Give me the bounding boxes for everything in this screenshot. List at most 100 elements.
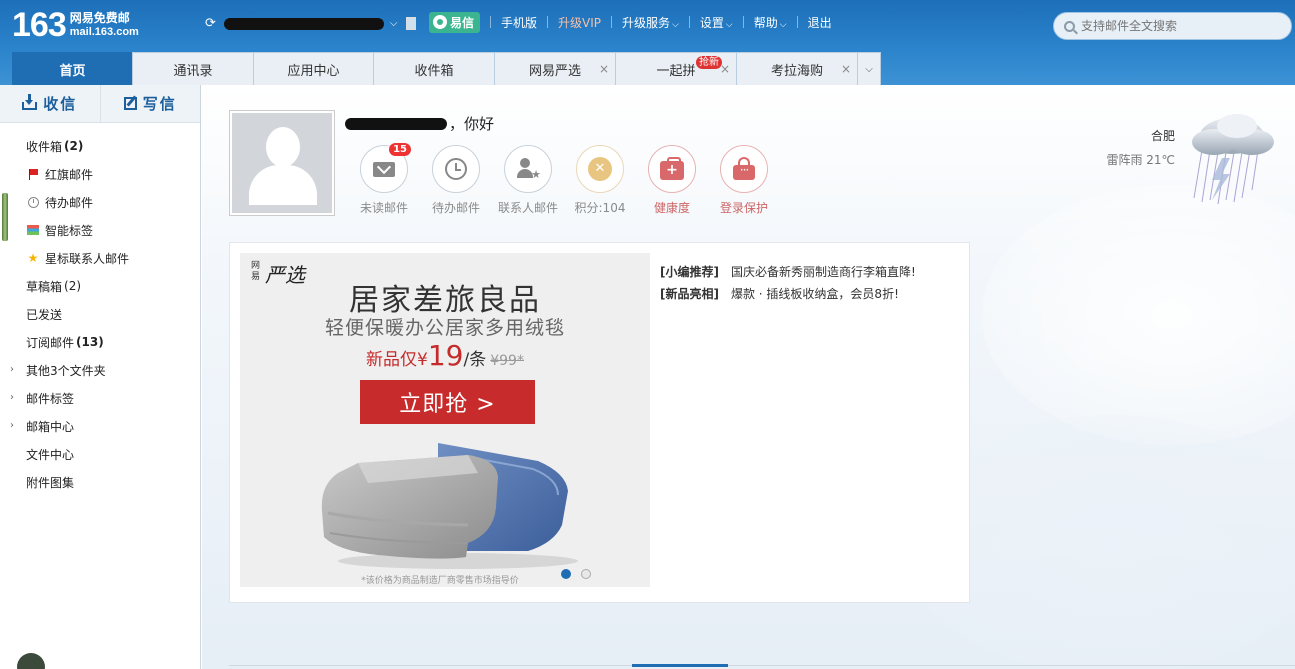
chevron-right-icon[interactable]: ›	[10, 364, 14, 375]
logo[interactable]: 163 网易免费邮 mail.163.com	[12, 8, 139, 42]
chevron-down-icon[interactable]: ⌵	[390, 18, 398, 29]
tab-contacts[interactable]: 通讯录	[132, 52, 254, 85]
compose-icon	[123, 97, 137, 110]
points-link[interactable]: 积分:104	[564, 145, 636, 216]
contact-star-icon: ★	[517, 158, 541, 181]
avatar[interactable]	[229, 110, 335, 216]
todo-mail-link[interactable]: 待办邮件	[420, 145, 492, 216]
promo-banner[interactable]: 网易 严选 居家差旅良品 轻便保暖办公居家多用绒毯 新品仅¥19/条 ¥99* 立…	[240, 253, 650, 587]
redacted-account	[223, 17, 384, 30]
carousel-dot-1[interactable]	[561, 569, 571, 579]
logo-domain: mail.163.com	[69, 26, 139, 38]
upgrade-vip-link[interactable]: 升级VIP	[558, 14, 601, 31]
search-input[interactable]	[1081, 19, 1271, 33]
rec-item[interactable]: [新品亮相] 爆款 · 插线板收纳盒，会员8折!	[660, 283, 916, 305]
quick-links: 15 未读邮件 待办邮件 ★ 联系人邮件 积分:104 健康度 登录保护	[348, 143, 780, 216]
logo-name: 网易免费邮	[69, 11, 130, 25]
section-tab-indicator	[632, 664, 728, 667]
compose-button[interactable]: 写信	[101, 85, 201, 122]
envelope-icon	[373, 161, 395, 177]
blanket-product-image	[321, 443, 578, 569]
carousel-dot-2[interactable]	[581, 569, 591, 579]
unread-count-badge: 15	[389, 143, 411, 156]
folder-attachments[interactable]: 附件图集	[0, 468, 200, 496]
weather-city: 合肥	[1150, 129, 1175, 143]
close-icon[interactable]: ×	[599, 62, 609, 76]
tab-kaola[interactable]: 考拉海购 ×	[736, 52, 858, 85]
mobile-link[interactable]: 手机版	[501, 14, 537, 31]
folder-flagged[interactable]: 红旗邮件	[0, 160, 200, 188]
folder-list: 收件箱 (2) 红旗邮件 待办邮件 智能标签 ★ 星标联系人邮件 草稿箱 (2) 已发…	[0, 132, 200, 496]
folder-inbox[interactable]: 收件箱 (2)	[0, 132, 200, 160]
card-icon[interactable]	[405, 17, 416, 30]
tab-yanxuan[interactable]: 网易严选 ×	[494, 52, 616, 85]
new-badge: 抢新	[696, 56, 722, 69]
rec-item[interactable]: [小编推荐] 国庆必备新秀丽制造商行李箱直降!	[660, 261, 916, 283]
folder-subscriptions[interactable]: 订阅邮件 (13)	[0, 328, 200, 356]
help-menu[interactable]: 帮助 ⌵	[754, 14, 787, 31]
close-icon[interactable]: ×	[841, 62, 851, 76]
medkit-icon	[660, 157, 684, 180]
tab-yiqipin[interactable]: 一起拼 抢新 ×	[615, 52, 737, 85]
tab-home[interactable]: 首页	[12, 52, 133, 85]
search-box[interactable]	[1053, 12, 1292, 40]
tab-inbox[interactable]: 收件箱	[373, 52, 495, 85]
folder-drafts[interactable]: 草稿箱 (2)	[0, 272, 200, 300]
divider	[229, 665, 1295, 666]
close-icon[interactable]: ×	[720, 62, 730, 76]
unread-mail-link[interactable]: 15 未读邮件	[348, 143, 420, 216]
yixin-icon	[433, 15, 447, 29]
folder-others[interactable]: › 其他3个文件夹	[0, 356, 200, 384]
weather-desc: 雷阵雨 21℃	[1106, 153, 1175, 167]
more-tabs-button[interactable]: ⌵	[857, 52, 881, 85]
chevron-right-icon[interactable]: ›	[10, 420, 14, 431]
red-flag-icon	[28, 169, 38, 180]
inbox-download-icon	[22, 93, 38, 110]
banner-subtitle: 轻便保暖办公居家多用绒毯	[324, 317, 565, 339]
refresh-icon[interactable]: ⟳	[205, 16, 216, 31]
coin-icon	[588, 157, 612, 181]
chevron-down-icon: ⌵	[725, 19, 733, 30]
folder-mail-tags[interactable]: › 邮件标签	[0, 384, 200, 412]
contact-mail-link[interactable]: ★ 联系人邮件	[492, 145, 564, 216]
smart-tag-icon	[27, 225, 39, 235]
receive-button[interactable]: 收信	[0, 85, 101, 122]
buy-now-button[interactable]: 立即抢 >	[360, 380, 535, 424]
tab-bar: 首页 通讯录 应用中心 收件箱 网易严选 × 一起拼 抢新 × 考拉海购 × ⌵	[12, 52, 881, 85]
chevron-down-icon: ⌵	[672, 19, 679, 30]
settings-menu[interactable]: 设置 ⌵	[700, 14, 733, 31]
lock-icon	[733, 156, 755, 180]
search-icon[interactable]	[1064, 20, 1075, 32]
tab-app-center[interactable]: 应用中心	[253, 52, 374, 85]
login-protection-link[interactable]: 登录保护	[708, 145, 780, 216]
app-launcher-icon[interactable]	[17, 653, 45, 669]
account-switcher[interactable]: ⟳ ⌵	[205, 16, 416, 31]
folder-todo[interactable]: 待办邮件	[0, 188, 200, 216]
folder-sent[interactable]: 已发送	[0, 300, 200, 328]
thunderstorm-icon	[1192, 114, 1274, 205]
greeting: ，你好	[345, 113, 494, 134]
star-icon: ★	[27, 251, 39, 265]
sidebar: 收信 写信 收件箱 (2) 红旗邮件 待办邮件 智能标签 ★ 星标联系人邮件 草稿箱…	[0, 85, 201, 669]
top-nav: 易信 手机版 升级VIP 升级服务 ⌵ 设置 ⌵ 帮助 ⌵ 退出	[429, 11, 832, 33]
folder-starred-contacts[interactable]: ★ 星标联系人邮件	[0, 244, 200, 272]
weather-widget[interactable]: 合肥 雷阵雨 21℃	[1106, 127, 1175, 168]
logo-number: 163	[12, 6, 67, 44]
carousel-dots	[561, 569, 601, 579]
chevron-right-icon[interactable]: ›	[10, 392, 14, 403]
chevron-down-icon: ⌵	[779, 19, 787, 30]
logout-link[interactable]: 退出	[808, 14, 832, 31]
chevron-down-icon: ⌵	[865, 63, 873, 75]
promo-card: 网易 严选 居家差旅良品 轻便保暖办公居家多用绒毯 新品仅¥19/条 ¥99* 立…	[229, 242, 970, 603]
folder-smart-tags[interactable]: 智能标签	[0, 216, 200, 244]
folder-mail-center[interactable]: › 邮箱中心	[0, 412, 200, 440]
health-link[interactable]: 健康度	[636, 145, 708, 216]
yixin-button[interactable]: 易信	[429, 11, 481, 33]
top-bar: 163 网易免费邮 mail.163.com ⟳ ⌵ 易信 手机版 升级VIP …	[0, 0, 1295, 85]
upgrade-service-menu[interactable]: 升级服务 ⌵	[622, 14, 679, 31]
sidebar-actions: 收信 写信	[0, 85, 200, 123]
main-content: ，你好 15 未读邮件 待办邮件 ★ 联系人邮件 积分:104 健康度 登录保护…	[202, 85, 1295, 669]
folder-file-center[interactable]: 文件中心	[0, 440, 200, 468]
banner-price: 新品仅¥19/条 ¥99*	[366, 339, 524, 372]
clock-icon	[445, 158, 467, 180]
